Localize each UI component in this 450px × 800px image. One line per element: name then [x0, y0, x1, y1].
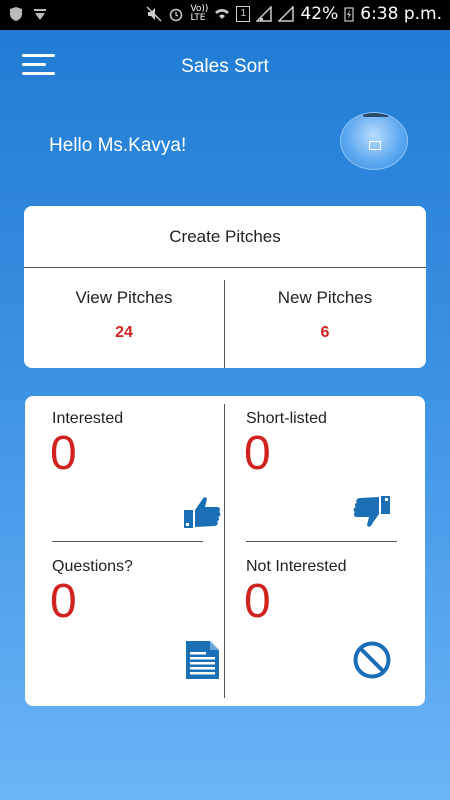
pitches-card: Create Pitches View Pitches 24 New Pitch… — [24, 206, 426, 368]
view-pitches-button[interactable]: View Pitches 24 — [24, 268, 224, 368]
avatar[interactable] — [340, 112, 408, 170]
document-icon — [186, 641, 219, 679]
new-pitches-button[interactable]: New Pitches 6 — [225, 268, 425, 368]
battery-percent: 42% — [300, 4, 339, 24]
new-pitches-label: New Pitches — [277, 288, 373, 307]
stats-card: Interested 0 Short-listed 0 Questions? 0 — [25, 396, 425, 706]
questions-tile[interactable]: Questions? 0 — [50, 558, 242, 708]
status-bar: Vo)) LTE 1 42% 6:38 p.m. — [0, 0, 450, 30]
questions-count: 0 — [50, 575, 77, 628]
battery-charging-icon — [344, 7, 354, 22]
create-pitches-button[interactable]: Create Pitches — [24, 206, 426, 268]
prohibited-icon — [353, 641, 391, 679]
clock: 6:38 p.m. — [360, 4, 442, 24]
thumbs-down-icon — [353, 496, 390, 527]
short-listed-count: 0 — [244, 427, 271, 480]
app-title: Sales Sort — [181, 56, 269, 77]
dropdown-notification-icon — [34, 9, 46, 20]
new-pitches-count: 6 — [320, 324, 330, 341]
sim-slot-indicator: 1 — [236, 6, 251, 22]
app-bar: Sales Sort — [0, 30, 450, 102]
signal-icon — [256, 6, 273, 22]
not-interested-tile[interactable]: Not Interested 0 — [244, 558, 436, 708]
interested-count: 0 — [50, 427, 77, 480]
volte-indicator: Vo)) LTE — [190, 4, 209, 23]
not-interested-count: 0 — [244, 575, 271, 628]
alarm-icon — [170, 8, 183, 22]
view-pitches-label: View Pitches — [75, 288, 173, 307]
wifi-icon — [215, 9, 230, 19]
interested-tile[interactable]: Interested 0 — [50, 410, 242, 560]
shield-icon — [10, 7, 22, 21]
mute-icon — [146, 6, 162, 22]
thumbs-up-icon — [184, 497, 221, 528]
signal-icon-2 — [278, 6, 295, 22]
view-pitches-count: 24 — [115, 324, 133, 341]
short-listed-tile[interactable]: Short-listed 0 — [244, 410, 436, 560]
greeting-text: Hello Ms.Kavya! — [49, 135, 187, 156]
